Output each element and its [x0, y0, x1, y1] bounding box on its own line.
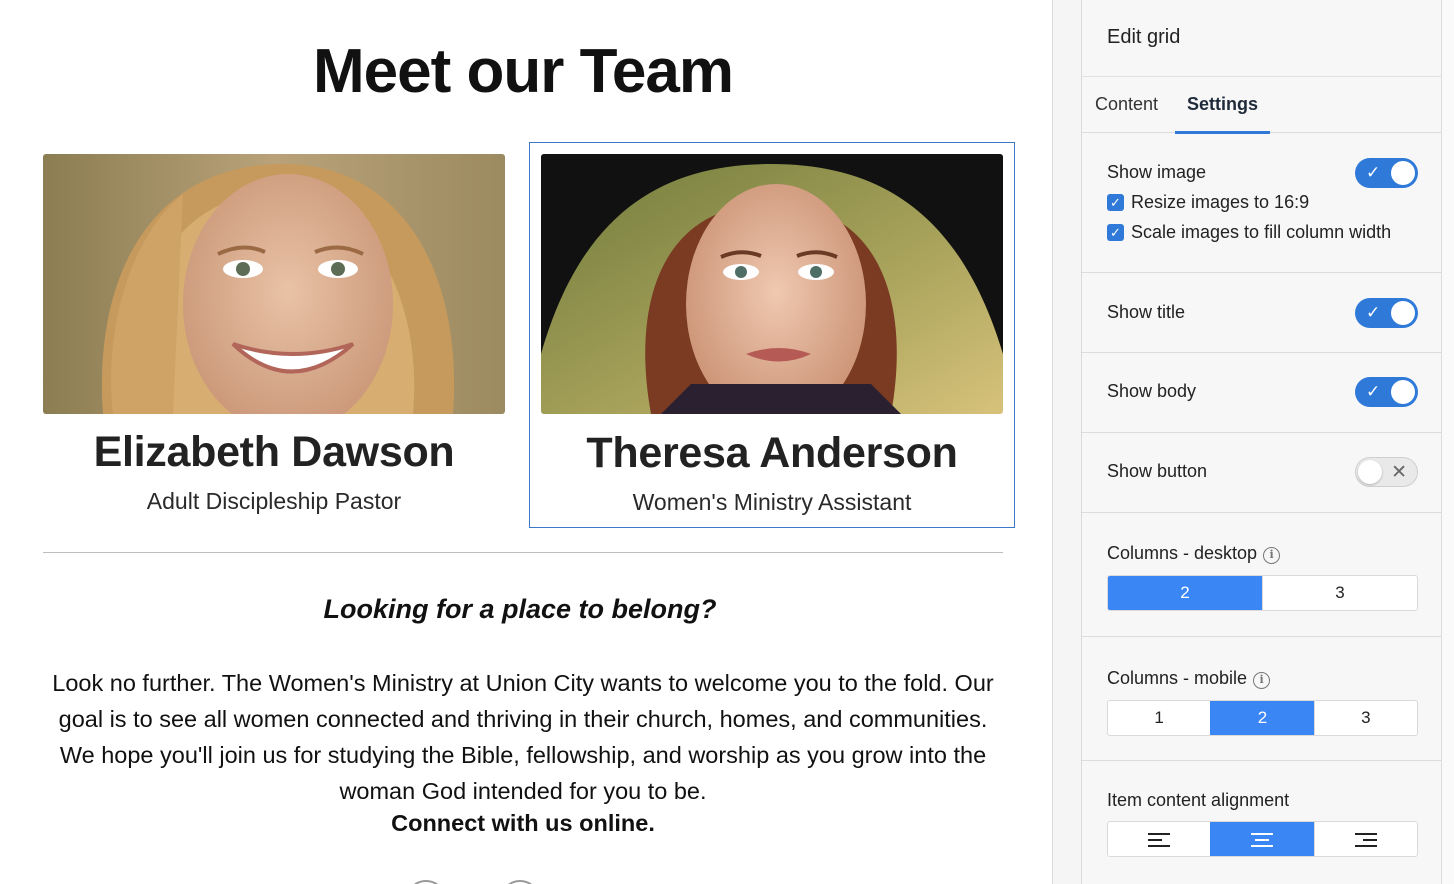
page-title[interactable]: Meet our Team	[0, 36, 1046, 107]
tab-settings[interactable]: Settings	[1175, 77, 1271, 134]
show-body-label: Show body	[1107, 381, 1197, 401]
team-card-2-selected[interactable]: Theresa Anderson Women's Ministry Assist…	[529, 142, 1015, 528]
alignment-selector	[1107, 821, 1418, 857]
x-icon: ✕	[1391, 462, 1407, 483]
panel-title: Edit grid	[1107, 26, 1181, 48]
edit-grid-panel: Edit grid Content Settings Show image ✓ …	[1082, 0, 1442, 884]
show-title-toggle[interactable]: ✓	[1355, 298, 1418, 328]
columns-desktop-selector: 2 3	[1107, 575, 1418, 611]
member-name-1[interactable]: Elizabeth Dawson	[31, 428, 517, 477]
show-title-label: Show title	[1107, 302, 1186, 322]
member-photo-2[interactable]	[541, 154, 1003, 414]
resize-images-checkbox[interactable]: ✓	[1107, 194, 1124, 211]
columns-desktop-text: Columns - desktop	[1107, 543, 1258, 563]
columns-desktop-label: Columns - desktop i	[1107, 543, 1281, 564]
align-center-button[interactable]	[1210, 822, 1314, 856]
tab-content[interactable]: Content	[1095, 77, 1158, 134]
align-left-button[interactable]	[1108, 822, 1210, 856]
info-icon[interactable]: i	[1253, 672, 1271, 689]
tagline-heading[interactable]: Looking for a place to belong?	[0, 594, 1040, 625]
columns-desktop-option-2[interactable]: 2	[1108, 576, 1262, 610]
show-body-toggle[interactable]: ✓	[1355, 377, 1418, 407]
scale-images-checkbox[interactable]: ✓	[1107, 224, 1124, 241]
columns-mobile-selector: 1 2 3	[1107, 700, 1418, 736]
show-body-section: Show body ✓	[1082, 353, 1441, 433]
align-left-icon	[1148, 832, 1171, 848]
alignment-label: Item content alignment	[1107, 790, 1290, 810]
show-image-toggle[interactable]: ✓	[1355, 158, 1418, 188]
columns-mobile-option-1[interactable]: 1	[1108, 701, 1210, 735]
columns-mobile-option-2[interactable]: 2	[1210, 701, 1314, 735]
portrait-image-1	[43, 154, 505, 414]
team-card-1[interactable]: Elizabeth Dawson Adult Discipleship Past…	[31, 142, 517, 528]
connect-text[interactable]: Connect with us online.	[0, 810, 1046, 837]
toggle-knob	[1358, 460, 1382, 484]
check-icon: ✓	[1366, 303, 1381, 322]
columns-mobile-label: Columns - mobile i	[1107, 668, 1271, 689]
info-icon[interactable]: i	[1263, 547, 1281, 564]
panel-tabs: Content Settings	[1082, 76, 1441, 134]
social-icon-1[interactable]	[406, 880, 446, 884]
show-image-label: Show image	[1107, 162, 1207, 182]
columns-mobile-section: Columns - mobile i 1 2 3	[1082, 637, 1441, 761]
body-paragraph[interactable]: Look no further. The Women's Ministry at…	[43, 665, 1003, 809]
align-right-button[interactable]	[1313, 822, 1417, 856]
scale-images-label[interactable]: Scale images to fill column width	[1131, 222, 1391, 243]
member-photo-1[interactable]	[43, 154, 505, 414]
member-role-1[interactable]: Adult Discipleship Pastor	[31, 488, 517, 515]
member-role-2[interactable]: Women's Ministry Assistant	[530, 489, 1014, 516]
alignment-section: Item content alignment	[1082, 761, 1441, 884]
check-icon: ✓	[1366, 382, 1381, 401]
resize-images-label[interactable]: Resize images to 16:9	[1131, 192, 1309, 213]
page-preview: Meet our Team Elizabeth Dawson Adult Dis…	[0, 0, 1052, 884]
show-title-section: Show title ✓	[1082, 273, 1441, 353]
show-button-toggle[interactable]: ✕	[1355, 457, 1418, 487]
columns-mobile-option-3[interactable]: 3	[1313, 701, 1417, 735]
portrait-image-2	[541, 154, 1003, 414]
toggle-knob	[1391, 161, 1415, 185]
show-image-section: Show image ✓ ✓ Resize images to 16:9 ✓ S…	[1082, 133, 1441, 273]
columns-desktop-section: Columns - desktop i 2 3	[1082, 513, 1441, 637]
social-icon-2[interactable]	[500, 880, 540, 884]
columns-desktop-option-3[interactable]: 3	[1262, 576, 1417, 610]
show-button-label: Show button	[1107, 461, 1208, 481]
page-scrollbar[interactable]	[1442, 0, 1454, 884]
toggle-knob	[1391, 380, 1415, 404]
columns-mobile-text: Columns - mobile	[1107, 668, 1248, 688]
preview-gutter	[1052, 0, 1082, 884]
align-center-icon	[1251, 832, 1274, 848]
show-button-section: Show button ✕	[1082, 433, 1441, 513]
member-name-2[interactable]: Theresa Anderson	[530, 429, 1014, 478]
toggle-knob	[1391, 301, 1415, 325]
section-divider	[43, 552, 1003, 553]
check-icon: ✓	[1366, 163, 1381, 182]
align-right-icon	[1354, 832, 1377, 848]
